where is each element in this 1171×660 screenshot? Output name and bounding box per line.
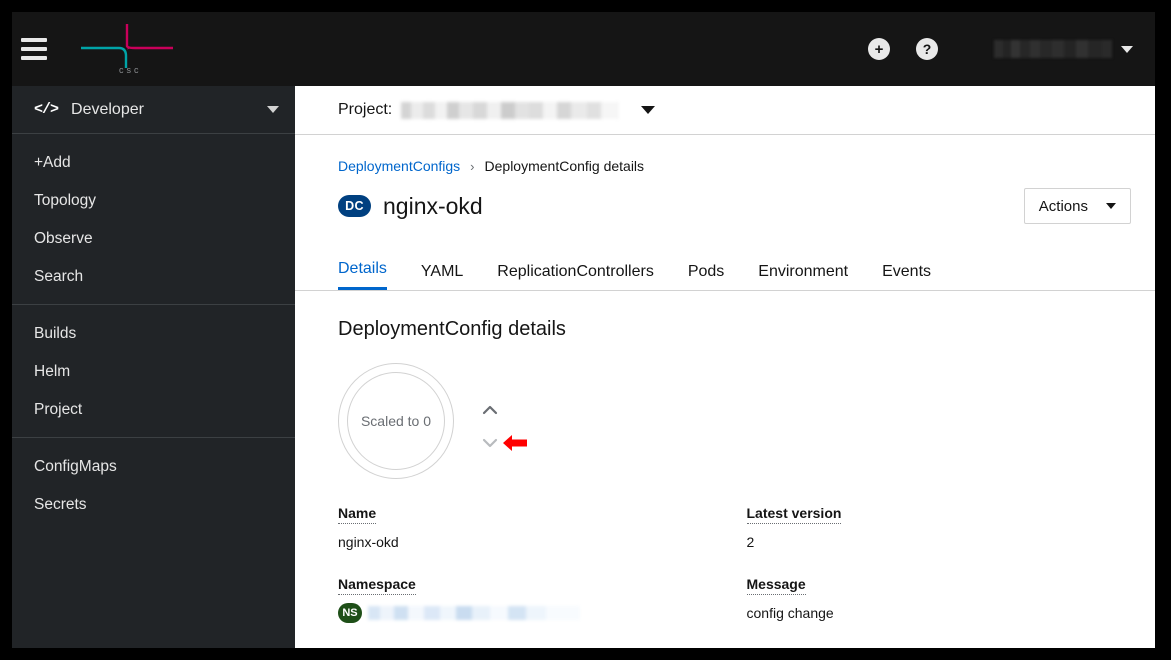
- hamburger-menu-icon[interactable]: [21, 36, 47, 62]
- main-content: Project: DeploymentConfigs › DeploymentC…: [295, 86, 1155, 648]
- tab-replicationcontrollers[interactable]: ReplicationControllers: [497, 263, 654, 290]
- field-label[interactable]: Message: [746, 576, 806, 595]
- actions-button[interactable]: Actions: [1023, 188, 1131, 224]
- field-namespace: Namespace NS: [338, 576, 747, 623]
- sidebar-item-add[interactable]: +Add: [12, 144, 295, 182]
- help-circle-icon[interactable]: ?: [916, 38, 938, 60]
- details-fields: Name nginx-okd Namespace NS Latest versi…: [295, 485, 1155, 648]
- code-icon: </>: [34, 101, 59, 118]
- tab-events[interactable]: Events: [882, 263, 931, 290]
- section-title: DeploymentConfig details: [338, 318, 566, 340]
- tab-details[interactable]: Details: [338, 260, 387, 290]
- title-row: DC nginx-okd Actions: [338, 188, 1131, 224]
- sidebar: </> Developer +Add Topology Observe Sear…: [12, 86, 295, 648]
- field-latest-version: Latest version 2: [746, 505, 1156, 550]
- sidebar-item-helm[interactable]: Helm: [12, 353, 295, 391]
- perspective-switcher[interactable]: </> Developer: [12, 86, 295, 134]
- project-selector-bar: Project:: [295, 86, 1155, 135]
- tab-environment[interactable]: Environment: [758, 263, 848, 290]
- masthead-actions: + ?: [868, 38, 1155, 60]
- page-header: DeploymentConfigs › DeploymentConfig det…: [295, 135, 1155, 224]
- field-value: 2: [746, 534, 755, 550]
- nav-group: Builds Helm Project: [12, 304, 295, 437]
- chevron-right-icon: ›: [470, 158, 475, 174]
- namespace-value-row[interactable]: NS: [338, 603, 747, 623]
- tab-bar: Details YAML ReplicationControllers Pods…: [295, 249, 1155, 291]
- scale-ring-inner: Scaled to 0: [347, 372, 445, 470]
- status-badge: DC: [338, 195, 371, 217]
- sidebar-item-project[interactable]: Project: [12, 391, 295, 429]
- field-value: nginx-okd: [338, 534, 399, 550]
- sidebar-item-configmaps[interactable]: ConfigMaps: [12, 448, 295, 486]
- breadcrumb-current: DeploymentConfig details: [484, 158, 645, 174]
- scale-widget: Scaled to 0: [338, 363, 1155, 485]
- add-circle-icon[interactable]: +: [868, 38, 890, 60]
- tab-pods[interactable]: Pods: [688, 263, 724, 290]
- masthead: csc + ?: [12, 12, 1155, 86]
- app-frame: csc + ? </> Developer +Add Topology Obse…: [12, 12, 1155, 648]
- field-label[interactable]: Namespace: [338, 576, 416, 595]
- chevron-down-icon: [1106, 203, 1116, 209]
- namespace-name-redacted: [368, 606, 580, 620]
- scale-status-text: Scaled to 0: [360, 413, 432, 429]
- chevron-down-icon: [267, 106, 279, 113]
- hamburger-bar: [21, 56, 47, 60]
- sidebar-item-topology[interactable]: Topology: [12, 182, 295, 220]
- hamburger-bar: [21, 47, 47, 51]
- nav-group: ConfigMaps Secrets: [12, 437, 295, 532]
- chevron-down-icon[interactable]: [641, 106, 656, 114]
- page-title: nginx-okd: [383, 192, 483, 219]
- project-label: Project:: [338, 101, 393, 118]
- chevron-down-icon: [1121, 45, 1133, 53]
- sidebar-item-secrets[interactable]: Secrets: [12, 486, 295, 524]
- sidebar-item-search[interactable]: Search: [12, 258, 295, 296]
- nav-group: +Add Topology Observe Search: [12, 134, 295, 304]
- details-column-right: Latest version 2 Message config change: [746, 505, 1156, 648]
- sidebar-item-builds[interactable]: Builds: [12, 315, 295, 353]
- field-label[interactable]: Latest version: [746, 505, 842, 524]
- hamburger-bar: [21, 38, 47, 42]
- field-name: Name nginx-okd: [338, 505, 747, 550]
- actions-button-label: Actions: [1038, 197, 1088, 215]
- csc-wordmark: csc: [119, 65, 142, 75]
- namespace-badge: NS: [338, 603, 362, 623]
- user-name-redacted: [994, 40, 1112, 58]
- breadcrumb: DeploymentConfigs › DeploymentConfig det…: [338, 158, 1131, 174]
- field-label[interactable]: Name: [338, 505, 377, 524]
- sidebar-item-observe[interactable]: Observe: [12, 220, 295, 258]
- field-message: Message config change: [746, 576, 1156, 621]
- tab-yaml[interactable]: YAML: [421, 263, 463, 290]
- perspective-label: Developer: [71, 100, 144, 118]
- scale-down-chevron-icon[interactable]: [482, 437, 498, 449]
- csc-logo[interactable]: csc: [79, 20, 175, 78]
- red-arrow-left-icon: [503, 435, 527, 451]
- user-menu[interactable]: [994, 40, 1133, 58]
- breadcrumb-link-deploymentconfigs[interactable]: DeploymentConfigs: [338, 158, 460, 174]
- project-name-redacted: [401, 101, 620, 119]
- scale-up-chevron-icon[interactable]: [482, 404, 498, 416]
- details-column-left: Name nginx-okd Namespace NS: [338, 505, 747, 648]
- field-value: config change: [746, 605, 834, 621]
